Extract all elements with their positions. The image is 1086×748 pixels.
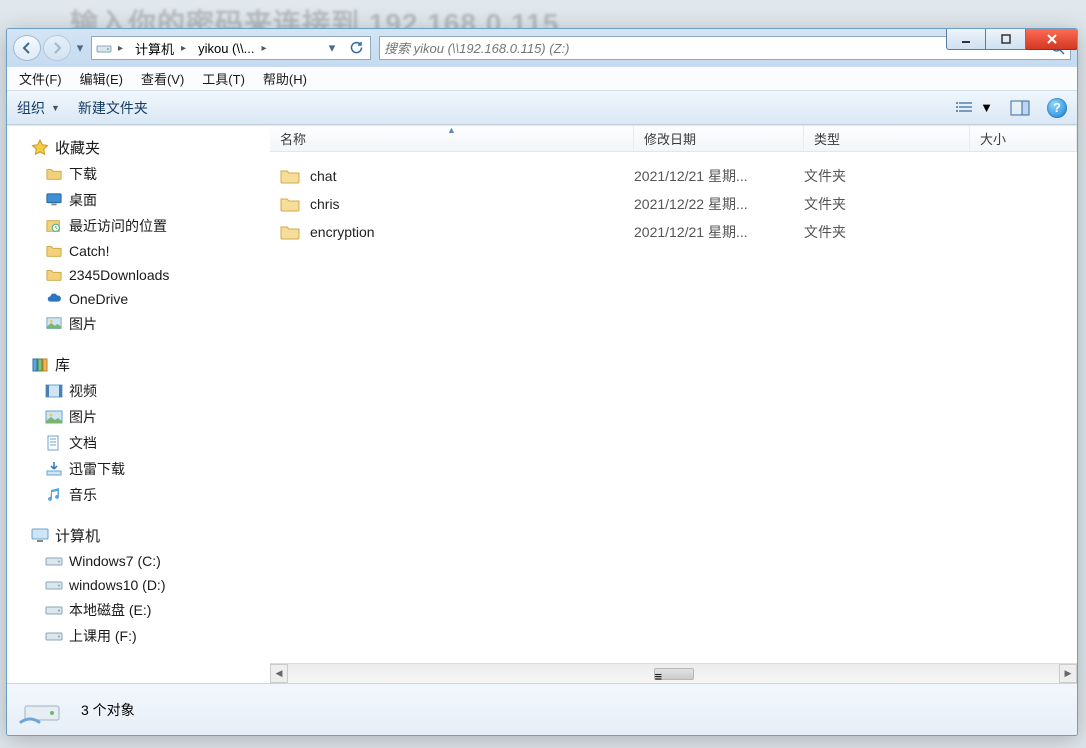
sidebar-drive-f[interactable]: 上课用 (F:) [7,623,265,649]
desktop-icon [45,191,63,209]
maximize-button[interactable] [986,28,1026,50]
drive-icon [45,627,63,645]
minimize-button[interactable] [946,28,986,50]
sidebar-drive-d[interactable]: windows10 (D:) [7,573,265,597]
star-icon [31,139,49,157]
scroll-left-button[interactable]: ◀ [270,664,288,683]
network-drive-icon [19,690,67,730]
sidebar-drive-c[interactable]: Windows7 (C:) [7,549,265,573]
file-list[interactable]: chat 2021/12/21 星期... 文件夹 chris 2021/12/… [270,152,1077,663]
sidebar-item-label: 收藏夹 [55,137,100,158]
drive-icon [45,601,63,619]
address-bar[interactable]: ▸ 计算机▸ yikou (\\...▸ ▾ [91,36,371,60]
documents-icon [45,434,63,452]
navigation-pane[interactable]: 收藏夹 下载 桌面 最近访问的位置 Catch! 2345Downloads O… [7,126,265,683]
drive-icon [45,576,63,594]
crumb-drive[interactable]: yikou (\\...▸ [196,37,272,59]
scroll-track[interactable]: ≡ [288,664,1059,683]
sort-indicator-icon: ▲ [447,125,456,135]
recent-icon [45,217,63,235]
menu-tools[interactable]: 工具(T) [194,67,253,90]
sidebar-documents[interactable]: 文档 [7,430,265,456]
folder-icon [280,167,300,185]
close-button[interactable] [1026,28,1078,50]
location-drive-icon [96,40,112,56]
search-input[interactable] [384,41,1044,56]
nav-history-dropdown[interactable]: ▾ [73,35,87,61]
pictures-icon [45,315,63,333]
computer-icon [31,527,49,545]
status-bar: 3 个对象 [7,683,1077,735]
folder-icon [280,223,300,241]
list-item[interactable]: chat 2021/12/21 星期... 文件夹 [270,162,1077,190]
sidebar-recent[interactable]: 最近访问的位置 [7,213,265,239]
sidebar-favorites[interactable]: 收藏夹 [7,134,265,161]
status-text: 3 个对象 [81,700,135,720]
sidebar-computer[interactable]: 计算机 [7,522,265,549]
folder-icon [45,242,63,260]
list-item[interactable]: encryption 2021/12/21 星期... 文件夹 [270,218,1077,246]
sidebar-music[interactable]: 音乐 [7,482,265,508]
help-button[interactable]: ? [1047,98,1067,118]
drive-icon [45,552,63,570]
content-pane: 名称▲ 修改日期 类型 大小 chat 2021/12/21 星期... 文件夹… [270,126,1077,683]
organize-button[interactable]: 组织▼ [17,98,60,118]
preview-pane-button[interactable] [1009,97,1031,119]
sidebar-xunlei[interactable]: 迅雷下载 [7,456,265,482]
sidebar-2345downloads[interactable]: 2345Downloads [7,263,265,287]
folder-icon [280,195,300,213]
new-folder-button[interactable]: 新建文件夹 [78,98,148,118]
title-bar: ▾ ▸ 计算机▸ yikou (\\...▸ ▾ [7,29,1077,67]
nav-arrows: ▾ [13,35,87,61]
column-date[interactable]: 修改日期 [634,126,804,151]
sidebar-catch[interactable]: Catch! [7,239,265,263]
view-mode-button[interactable]: ▼ [956,100,993,116]
sidebar-downloads[interactable]: 下载 [7,161,265,187]
menu-bar: 文件(F) 编辑(E) 查看(V) 工具(T) 帮助(H) [7,67,1077,91]
list-item[interactable]: chris 2021/12/22 星期... 文件夹 [270,190,1077,218]
video-icon [45,382,63,400]
sidebar-onedrive[interactable]: OneDrive [7,287,265,311]
forward-button[interactable] [43,35,71,61]
address-dropdown[interactable]: ▾ [322,40,342,56]
sidebar-pictures-fav[interactable]: 图片 [7,311,265,337]
column-size[interactable]: 大小 [970,126,1077,151]
refresh-button[interactable] [346,41,366,55]
folder-icon [45,266,63,284]
menu-view[interactable]: 查看(V) [133,67,192,90]
sidebar-videos[interactable]: 视频 [7,378,265,404]
folder-icon [45,165,63,183]
view-details-icon [956,100,976,116]
scroll-right-button[interactable]: ▶ [1059,664,1077,683]
sidebar-libraries[interactable]: 库 [7,351,265,378]
sidebar-drive-e[interactable]: 本地磁盘 (E:) [7,597,265,623]
toolbar: 组织▼ 新建文件夹 ▼ ? [7,91,1077,125]
download-icon [45,460,63,478]
libraries-icon [31,356,49,374]
horizontal-scrollbar[interactable]: ◀ ≡ ▶ [270,663,1077,683]
cloud-icon [45,290,63,308]
pictures-icon [45,408,63,426]
menu-file[interactable]: 文件(F) [11,67,70,90]
column-name[interactable]: 名称▲ [270,126,634,151]
music-icon [45,486,63,504]
menu-edit[interactable]: 编辑(E) [72,67,131,90]
sidebar-desktop[interactable]: 桌面 [7,187,265,213]
scroll-thumb[interactable]: ≡ [654,668,694,680]
column-headers: 名称▲ 修改日期 类型 大小 [270,126,1077,152]
explorer-window: ▾ ▸ 计算机▸ yikou (\\...▸ ▾ [6,28,1078,736]
sidebar-pictures[interactable]: 图片 [7,404,265,430]
back-button[interactable] [13,35,41,61]
window-controls [946,28,1078,50]
column-type[interactable]: 类型 [804,126,970,151]
menu-help[interactable]: 帮助(H) [255,67,315,90]
crumb-computer[interactable]: 计算机▸ [133,37,192,59]
